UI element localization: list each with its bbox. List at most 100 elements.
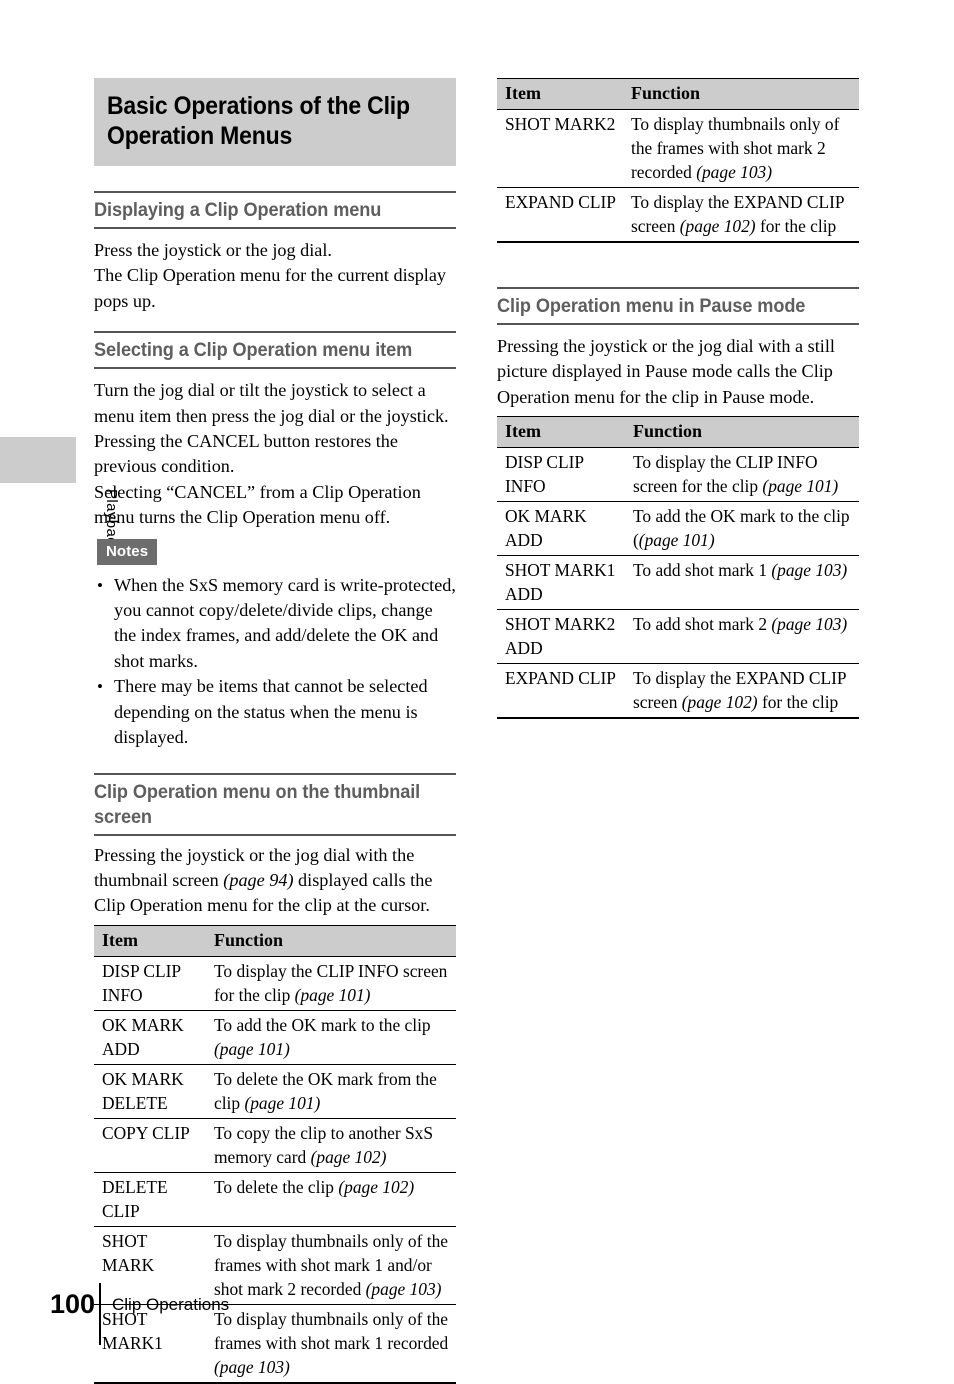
paragraph-displaying-1: Press the joystick or the jog dial.: [94, 238, 456, 263]
table-cell-function: To display thumbnails only of the frames…: [623, 109, 859, 188]
section-heading-displaying: Displaying a Clip Operation menu: [94, 191, 456, 229]
column-header-function: Function: [206, 924, 456, 957]
table-cell-item: COPY CLIP: [94, 1117, 206, 1173]
table-cell-function: To delete the clip (page 102): [206, 1171, 456, 1227]
page-reference: (page 101): [638, 530, 715, 551]
list-item: There may be items that cannot be select…: [94, 674, 456, 750]
paragraph-selecting-3: Selecting “CANCEL” from a Clip Operation…: [94, 480, 456, 531]
paragraph-selecting-1: Turn the jog dial or tilt the joystick t…: [94, 378, 456, 429]
table-row: SHOT MARK2 ADD To add shot mark 2 (page 1…: [497, 609, 859, 664]
page-title-line-1: Basic Operations of the Clip: [107, 92, 410, 120]
notes-badge: Notes: [97, 538, 158, 565]
table-row: COPY CLIP To copy the clip to another SxS…: [94, 1117, 456, 1173]
table-row: DELETE CLIP To delete the clip (page 102): [94, 1171, 456, 1227]
paragraph-selecting-1-text: Turn the jog dial or tilt the joystick t…: [94, 380, 449, 426]
paragraph-selecting-2: Pressing the CANCEL button restores the …: [94, 429, 456, 480]
left-column: Basic Operations of the Clip Operation M…: [94, 78, 456, 1384]
table-header-row: Item Function: [94, 924, 456, 957]
table-cell-item: EXPAND CLIP: [497, 187, 623, 243]
side-tab-swatch: [0, 437, 76, 483]
page-reference: (page 103): [696, 162, 773, 182]
right-column: Item Function SHOT MARK2 To display thumb…: [497, 78, 859, 720]
page-reference: (page 101): [762, 476, 839, 497]
paragraph-selecting-3-text: Selecting “CANCEL” from a Clip Operation…: [94, 481, 421, 528]
page-reference: (page 103): [771, 560, 848, 581]
table-row: DISP CLIP INFO To display the CLIP INFO s…: [497, 447, 859, 502]
page-reference: (page 102): [679, 216, 756, 236]
page-reference: (page 102): [338, 1176, 415, 1197]
table-cell-function: To display the CLIP INFO screen for the …: [625, 447, 859, 502]
footer-section-label: Clip Operations: [112, 1295, 230, 1314]
table-cell-item: DISP CLIP INFO: [497, 447, 625, 502]
page-reference: (page 102): [681, 692, 758, 713]
table-cell-function: To add the OK mark to the clip ((page 10…: [625, 501, 859, 556]
table-row: SHOT MARK2 To display thumbnails only of …: [497, 109, 859, 188]
table-cell-function: To display the CLIP INFO screen for the …: [206, 955, 456, 1011]
paragraph-displaying-2: The Clip Operation menu for the current …: [94, 263, 456, 314]
paragraph-displaying-1-text: Press the joystick or the jog dial.: [94, 240, 332, 260]
notes-list: When the SxS memory card is write-protec…: [94, 573, 456, 751]
paragraph-pause-intro-text: Pressing the joystick or the jog dial wi…: [497, 336, 835, 407]
table-header-row: Item Function: [497, 78, 859, 110]
table-cell-item: DELETE CLIP: [94, 1171, 206, 1227]
thumbnail-table-continued-body: SHOT MARK2 To display thumbnails only of …: [497, 109, 859, 243]
section-heading-pause-text: Clip Operation menu in Pause mode: [497, 295, 806, 317]
table-cell-item: SHOT MARK2 ADD: [497, 609, 625, 664]
table-cell-function: To display the EXPAND CLIP screen (page …: [623, 187, 859, 243]
column-header-function: Function: [625, 416, 859, 448]
paragraph-selecting-2-text: Pressing the CANCEL button restores the …: [94, 431, 398, 477]
side-tab: Playback: [0, 437, 120, 553]
table-row: OK MARK ADD To add the OK mark to the cli…: [497, 501, 859, 556]
thumbnail-operation-table-continued: Item Function SHOT MARK2 To display thumb…: [497, 78, 859, 243]
table-row: EXPAND CLIP To display the EXPAND CLIP sc…: [497, 663, 859, 720]
table-cell-item: SHOT MARK2: [497, 109, 623, 188]
paragraph-pause-intro: Pressing the joystick or the jog dial wi…: [497, 334, 859, 410]
function-text: To add shot mark 1: [633, 560, 772, 581]
table-row: DISP CLIP INFO To display the CLIP INFO s…: [94, 955, 456, 1011]
page-reference: (page 101): [294, 984, 371, 1005]
page-reference: (page 103): [214, 1356, 290, 1377]
section-heading-displaying-text: Displaying a Clip Operation menu: [94, 199, 382, 221]
table-cell-function: To display the EXPAND CLIP screen (page …: [625, 663, 859, 720]
pause-operation-table: Item Function DISP CLIP INFO To display t…: [497, 416, 859, 720]
page-reference: (page 101): [214, 1038, 290, 1059]
table-cell-item: OK MARK ADD: [94, 1009, 206, 1065]
paragraph-thumbnail-intro: Pressing the joystick or the jog dial wi…: [94, 843, 456, 919]
table-cell-function: To add shot mark 1 (page 103): [625, 555, 859, 610]
page-title: Basic Operations of the Clip Operation M…: [94, 78, 456, 166]
pause-table-body: DISP CLIP INFO To display the CLIP INFO s…: [497, 447, 859, 720]
table-cell-function: To add the OK mark to the clip (page 101…: [206, 1009, 456, 1065]
section-heading-thumbnail-line-1: Clip Operation menu on the thumbnail: [94, 780, 421, 803]
page-reference: (page 103): [771, 614, 848, 635]
table-cell-item: OK MARK ADD: [497, 501, 625, 556]
section-heading-selecting: Selecting a Clip Operation menu item: [94, 331, 456, 370]
page-reference: (page 102): [310, 1146, 387, 1167]
column-header-item: Item: [94, 924, 206, 957]
function-text-tail: for the clip: [757, 692, 839, 713]
table-header-row: Item Function: [497, 416, 859, 448]
page-title-line-2: Operation Menus: [107, 122, 293, 150]
page-footer: 100 Clip Operations: [0, 1283, 954, 1345]
paragraph-displaying-2-text: The Clip Operation menu for the current …: [94, 265, 447, 311]
page-reference: (page 101): [244, 1092, 321, 1113]
table-cell-item: OK MARK DELETE: [94, 1063, 206, 1119]
table-row: OK MARK ADD To add the OK mark to the cli…: [94, 1009, 456, 1065]
function-text-tail: for the clip: [755, 216, 837, 236]
section-heading-pause: Clip Operation menu in Pause mode: [497, 287, 859, 325]
table-cell-function: To copy the clip to another SxS memory c…: [206, 1117, 456, 1173]
footer-divider: [99, 1283, 101, 1345]
function-text: To add shot mark 2: [633, 614, 772, 635]
table-cell-item: EXPAND CLIP: [497, 663, 625, 720]
column-header-item: Item: [497, 78, 623, 110]
table-cell-function: To add shot mark 2 (page 103): [625, 609, 859, 664]
table-cell-item: DISP CLIP INFO: [94, 955, 206, 1011]
column-header-item: Item: [497, 416, 625, 448]
list-item: When the SxS memory card is write-protec…: [94, 573, 456, 675]
function-text: To add the OK mark to the clip: [214, 1014, 431, 1035]
table-cell-item: SHOT MARK1 ADD: [497, 555, 625, 610]
table-row: SHOT MARK1 ADD To add shot mark 1 (page 1…: [497, 555, 859, 610]
page-number: 100: [49, 1289, 95, 1319]
section-heading-selecting-text: Selecting a Clip Operation menu item: [94, 339, 413, 362]
section-heading-thumbnail: Clip Operation menu on the thumbnail scr…: [94, 772, 456, 836]
table-cell-function: To delete the OK mark from the clip (pag…: [206, 1063, 456, 1119]
